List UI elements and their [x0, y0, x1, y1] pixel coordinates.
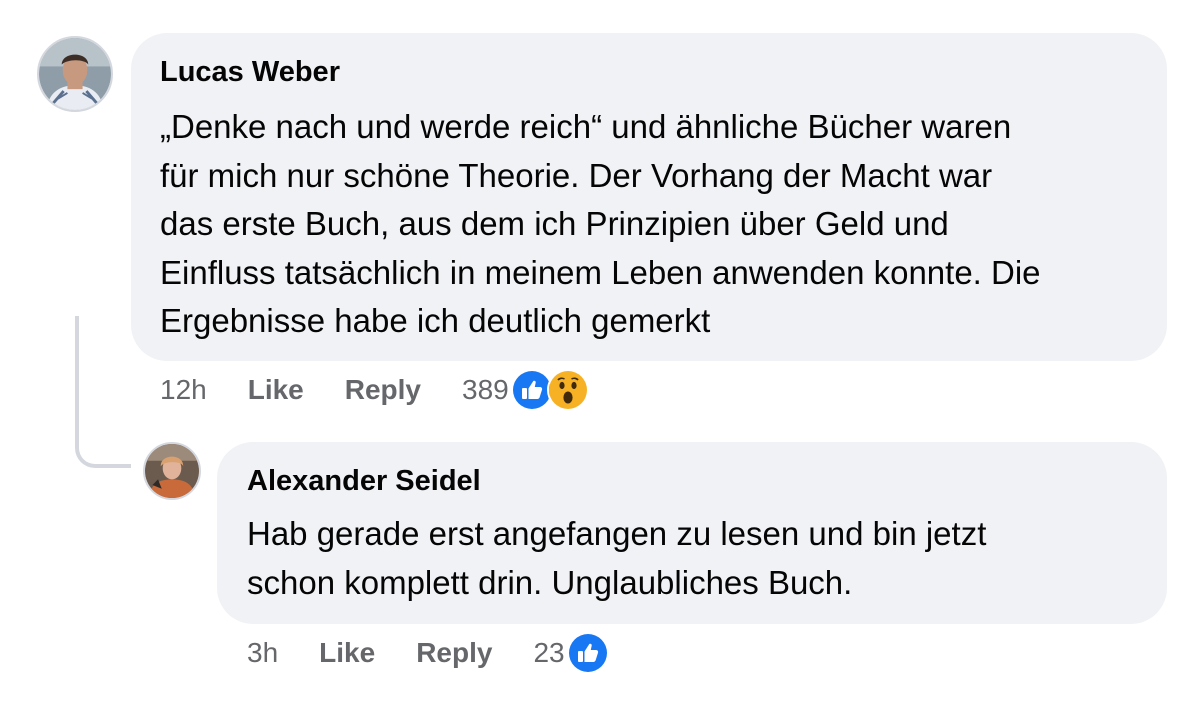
- comment-author[interactable]: Alexander Seidel: [247, 462, 1139, 500]
- avatar[interactable]: [143, 442, 201, 500]
- comment-text-line: Hab gerade erst angefangen zu lesen und …: [247, 515, 987, 552]
- comment-timestamp[interactable]: 3h: [247, 637, 278, 669]
- thread-connector-line: [75, 316, 131, 468]
- comment-timestamp[interactable]: 12h: [160, 374, 207, 406]
- comment-author[interactable]: Lucas Weber: [160, 53, 1139, 91]
- reactions-summary[interactable]: [566, 632, 609, 674]
- like-button[interactable]: Like: [319, 637, 375, 669]
- comment-actions: 3h Like Reply 23: [247, 632, 609, 674]
- avatar-photo-lucas: [39, 38, 111, 110]
- avatar[interactable]: [37, 36, 113, 112]
- comment-text: Hab gerade erst angefangen zu lesen und …: [247, 510, 1139, 607]
- avatar-photo-alexander: [145, 444, 199, 498]
- comment-text-line: das erste Buch, aus dem ich Prinzipien ü…: [160, 205, 949, 242]
- reply-button[interactable]: Reply: [416, 637, 492, 669]
- comment-text-line: für mich nur schöne Theorie. Der Vorhang…: [160, 156, 993, 194]
- comment-actions: 12h Like Reply 389: [160, 369, 589, 411]
- comment-text-line: „Denke nach und werde reich“ und ähnlich…: [160, 108, 1012, 145]
- like-button[interactable]: Like: [248, 374, 304, 406]
- comment-bubble: Alexander Seidel Hab gerade erst angefan…: [217, 442, 1167, 624]
- comment-text-line: Ergebnisse habe ich deutlich gemerkt: [160, 302, 711, 339]
- comment-text-line: Einfluss tatsächlich in meinem Leben anw…: [160, 253, 1041, 291]
- reaction-count[interactable]: 389: [462, 374, 509, 406]
- reactions-summary[interactable]: [510, 369, 589, 411]
- comment-bubble: Lucas Weber „Denke nach und werde reich“…: [131, 33, 1167, 361]
- comment-text: „Denke nach und werde reich“ und ähnlich…: [160, 103, 1139, 346]
- reaction-count[interactable]: 23: [533, 637, 564, 669]
- comment-text-line: schon komplett drin. Unglaubliches Buch.: [247, 563, 853, 601]
- reply-button[interactable]: Reply: [345, 374, 421, 406]
- like-icon: [566, 632, 609, 674]
- wow-icon: [546, 369, 589, 411]
